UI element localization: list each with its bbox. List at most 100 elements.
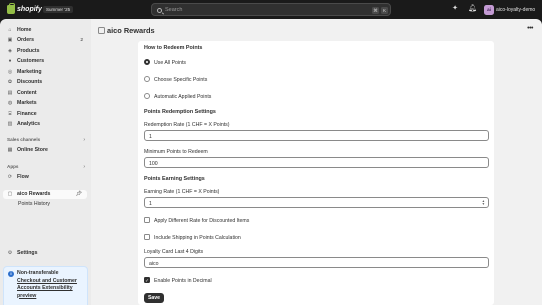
bell-icon[interactable]: 🔔︎	[468, 5, 477, 13]
k-key: K	[381, 7, 388, 14]
apps-heading: Apps	[7, 164, 19, 169]
chart-icon: ▥	[7, 121, 13, 127]
radio-use-all-points[interactable]	[144, 59, 150, 65]
sidebar-item-settings[interactable]: ⚙ Settings	[3, 248, 87, 257]
loyalty-card-label: Loyalty Card Last 4 Digits	[144, 249, 204, 255]
sidebar-item-flow[interactable]: ⟳ Flow	[3, 173, 87, 182]
sidebar-item-label: Analytics	[17, 121, 41, 127]
chevron-right-icon[interactable]: ›	[83, 164, 85, 170]
loyalty-card-field[interactable]: aico	[144, 257, 489, 268]
preview-notice: i Non-transferable Checkout and Customer…	[3, 266, 88, 305]
target-icon: ◎	[7, 68, 13, 75]
earning-settings-heading: Points Earning Settings	[144, 176, 205, 182]
app-logo-icon	[98, 27, 105, 34]
redemption-rate-label: Redemption Rate (1 CHF = X Points)	[144, 122, 230, 128]
orders-icon: ▣	[7, 37, 13, 43]
sidebar-item-online-store[interactable]: ▦ Online Store	[3, 146, 87, 155]
search-placeholder: Search	[165, 7, 183, 13]
save-button[interactable]: Save	[144, 293, 164, 303]
pin-icon[interactable]: 📌︎	[76, 191, 82, 197]
shopify-logo[interactable]: shopify	[7, 3, 42, 14]
notice-title: Non-transferable	[17, 270, 59, 276]
search-bar[interactable]: Search ⌘ K	[151, 3, 391, 16]
bank-icon: ⌸	[8, 110, 12, 117]
min-points-label: Minimum Points to Redeem	[144, 149, 208, 155]
radio-choose-specific-points[interactable]	[144, 76, 150, 82]
sidebar-item-finance[interactable]: ⌸ Finance	[3, 109, 87, 118]
sidebar-item-label: Products	[17, 47, 40, 54]
sidebar-item-analytics[interactable]: ▥ Analytics	[3, 120, 87, 129]
store-avatar: ai	[484, 4, 494, 15]
discount-icon: ✿	[7, 79, 13, 85]
sidebar-item-marketing[interactable]: ◎ Marketing	[3, 67, 87, 76]
store-menu[interactable]: ai aico-loyalty-demo	[484, 4, 535, 15]
sidebar-item-customers[interactable]: ● Customers	[3, 57, 87, 66]
checkbox-label: Include Shipping in Points Calculation	[154, 234, 241, 241]
main-content: aico Rewards ••• How to Redeem Points Us…	[91, 19, 542, 305]
content-icon: ▤	[7, 89, 13, 96]
page-title: aico Rewards	[107, 25, 155, 35]
radio-label: Automatic Applied Points	[154, 93, 212, 100]
decimal-points-checkbox[interactable]: ✓	[144, 277, 150, 283]
home-icon: ⌂	[8, 26, 12, 33]
command-key: ⌘	[372, 7, 379, 14]
checkbox-label: Enable Points in Decimal	[154, 277, 212, 284]
settings-card: How to Redeem Points Use All Points Choo…	[138, 41, 494, 305]
sidebar-item-products[interactable]: ◈ Products	[3, 46, 87, 55]
app-icon: ▢	[7, 191, 13, 197]
sidebar-item-label: Flow	[17, 174, 29, 180]
sidebar: ⌂ Home ▣ Orders 2 ◈ Products ● Customers…	[0, 19, 91, 305]
sales-channels-heading: Sales channels	[7, 137, 41, 142]
redemption-settings-heading: Points Redemption Settings	[144, 109, 216, 115]
shopify-bag-icon	[7, 3, 15, 14]
radio-label: Use All Points	[154, 59, 187, 66]
preview-link[interactable]: preview	[17, 293, 87, 301]
earning-rate-label: Earning Rate (1 CHF = X Points)	[144, 189, 220, 195]
person-icon: ●	[8, 58, 12, 64]
notice-text: Non-transferable Checkout and Customer A…	[17, 270, 87, 300]
earning-rate-field[interactable]: 1 ▲ ▼	[144, 197, 489, 208]
min-points-field[interactable]: 100	[144, 157, 489, 168]
orders-count-badge: 2	[80, 37, 83, 43]
sidebar-item-label: Content	[17, 89, 37, 96]
sidebar-item-markets[interactable]: ◍ Markets	[3, 99, 87, 108]
chevron-right-icon[interactable]: ›	[83, 137, 85, 143]
sidebar-item-label: Markets	[17, 100, 37, 106]
sidebar-item-orders[interactable]: ▣ Orders 2	[3, 36, 87, 45]
sidebar-item-label: Finance	[17, 110, 37, 117]
extensibility-link[interactable]: Checkout and Customer Accounts Extensibi…	[17, 278, 87, 293]
redemption-rate-value: 1	[149, 133, 152, 140]
stepper-icon[interactable]: ▲ ▼	[482, 199, 485, 208]
radio-automatic-applied-points[interactable]	[144, 93, 150, 99]
sidebar-item-aico-rewards[interactable]: ▢ aico Rewards 📌︎	[3, 189, 87, 199]
sidebar-item-label: Home	[17, 26, 32, 33]
gear-icon: ⚙	[7, 249, 13, 256]
min-points-value: 100	[149, 160, 158, 167]
app-header: aico Rewards •••	[91, 19, 542, 41]
top-bar: shopify Summer '25 Search ⌘ K ✦ 🔔︎ ai ai…	[0, 0, 542, 19]
sidebar-item-points-history[interactable]: Points History	[18, 201, 50, 207]
tag-icon: ◈	[8, 47, 12, 54]
sidebar-item-label: Settings	[17, 249, 38, 256]
search-icon	[157, 7, 162, 13]
sidekick-icon[interactable]: ✦	[451, 5, 459, 13]
store-icon: ▦	[7, 147, 13, 153]
sidebar-item-content[interactable]: ▤ Content	[3, 88, 87, 97]
globe-icon: ◍	[7, 100, 13, 106]
sidebar-item-discounts[interactable]: ✿ Discounts	[3, 78, 87, 87]
more-actions-icon[interactable]: •••	[527, 25, 533, 32]
flow-icon: ⟳	[7, 174, 13, 180]
discounted-items-checkbox[interactable]	[144, 217, 150, 223]
earning-rate-value: 1	[149, 200, 152, 207]
checkbox-label: Apply Different Rate for Discounted Item…	[154, 217, 250, 224]
sidebar-item-label: Orders	[17, 37, 35, 43]
loyalty-card-value: aico	[149, 260, 159, 267]
edition-badge: Summer '25	[43, 6, 74, 13]
redemption-rate-field[interactable]: 1	[144, 130, 489, 141]
info-icon: i	[8, 271, 14, 277]
include-shipping-checkbox[interactable]	[144, 234, 150, 240]
sidebar-item-home[interactable]: ⌂ Home	[3, 25, 87, 34]
sidebar-item-label: Online Store	[17, 147, 48, 153]
sidebar-item-label: Marketing	[17, 68, 42, 75]
sidebar-item-label: Customers	[17, 58, 45, 64]
